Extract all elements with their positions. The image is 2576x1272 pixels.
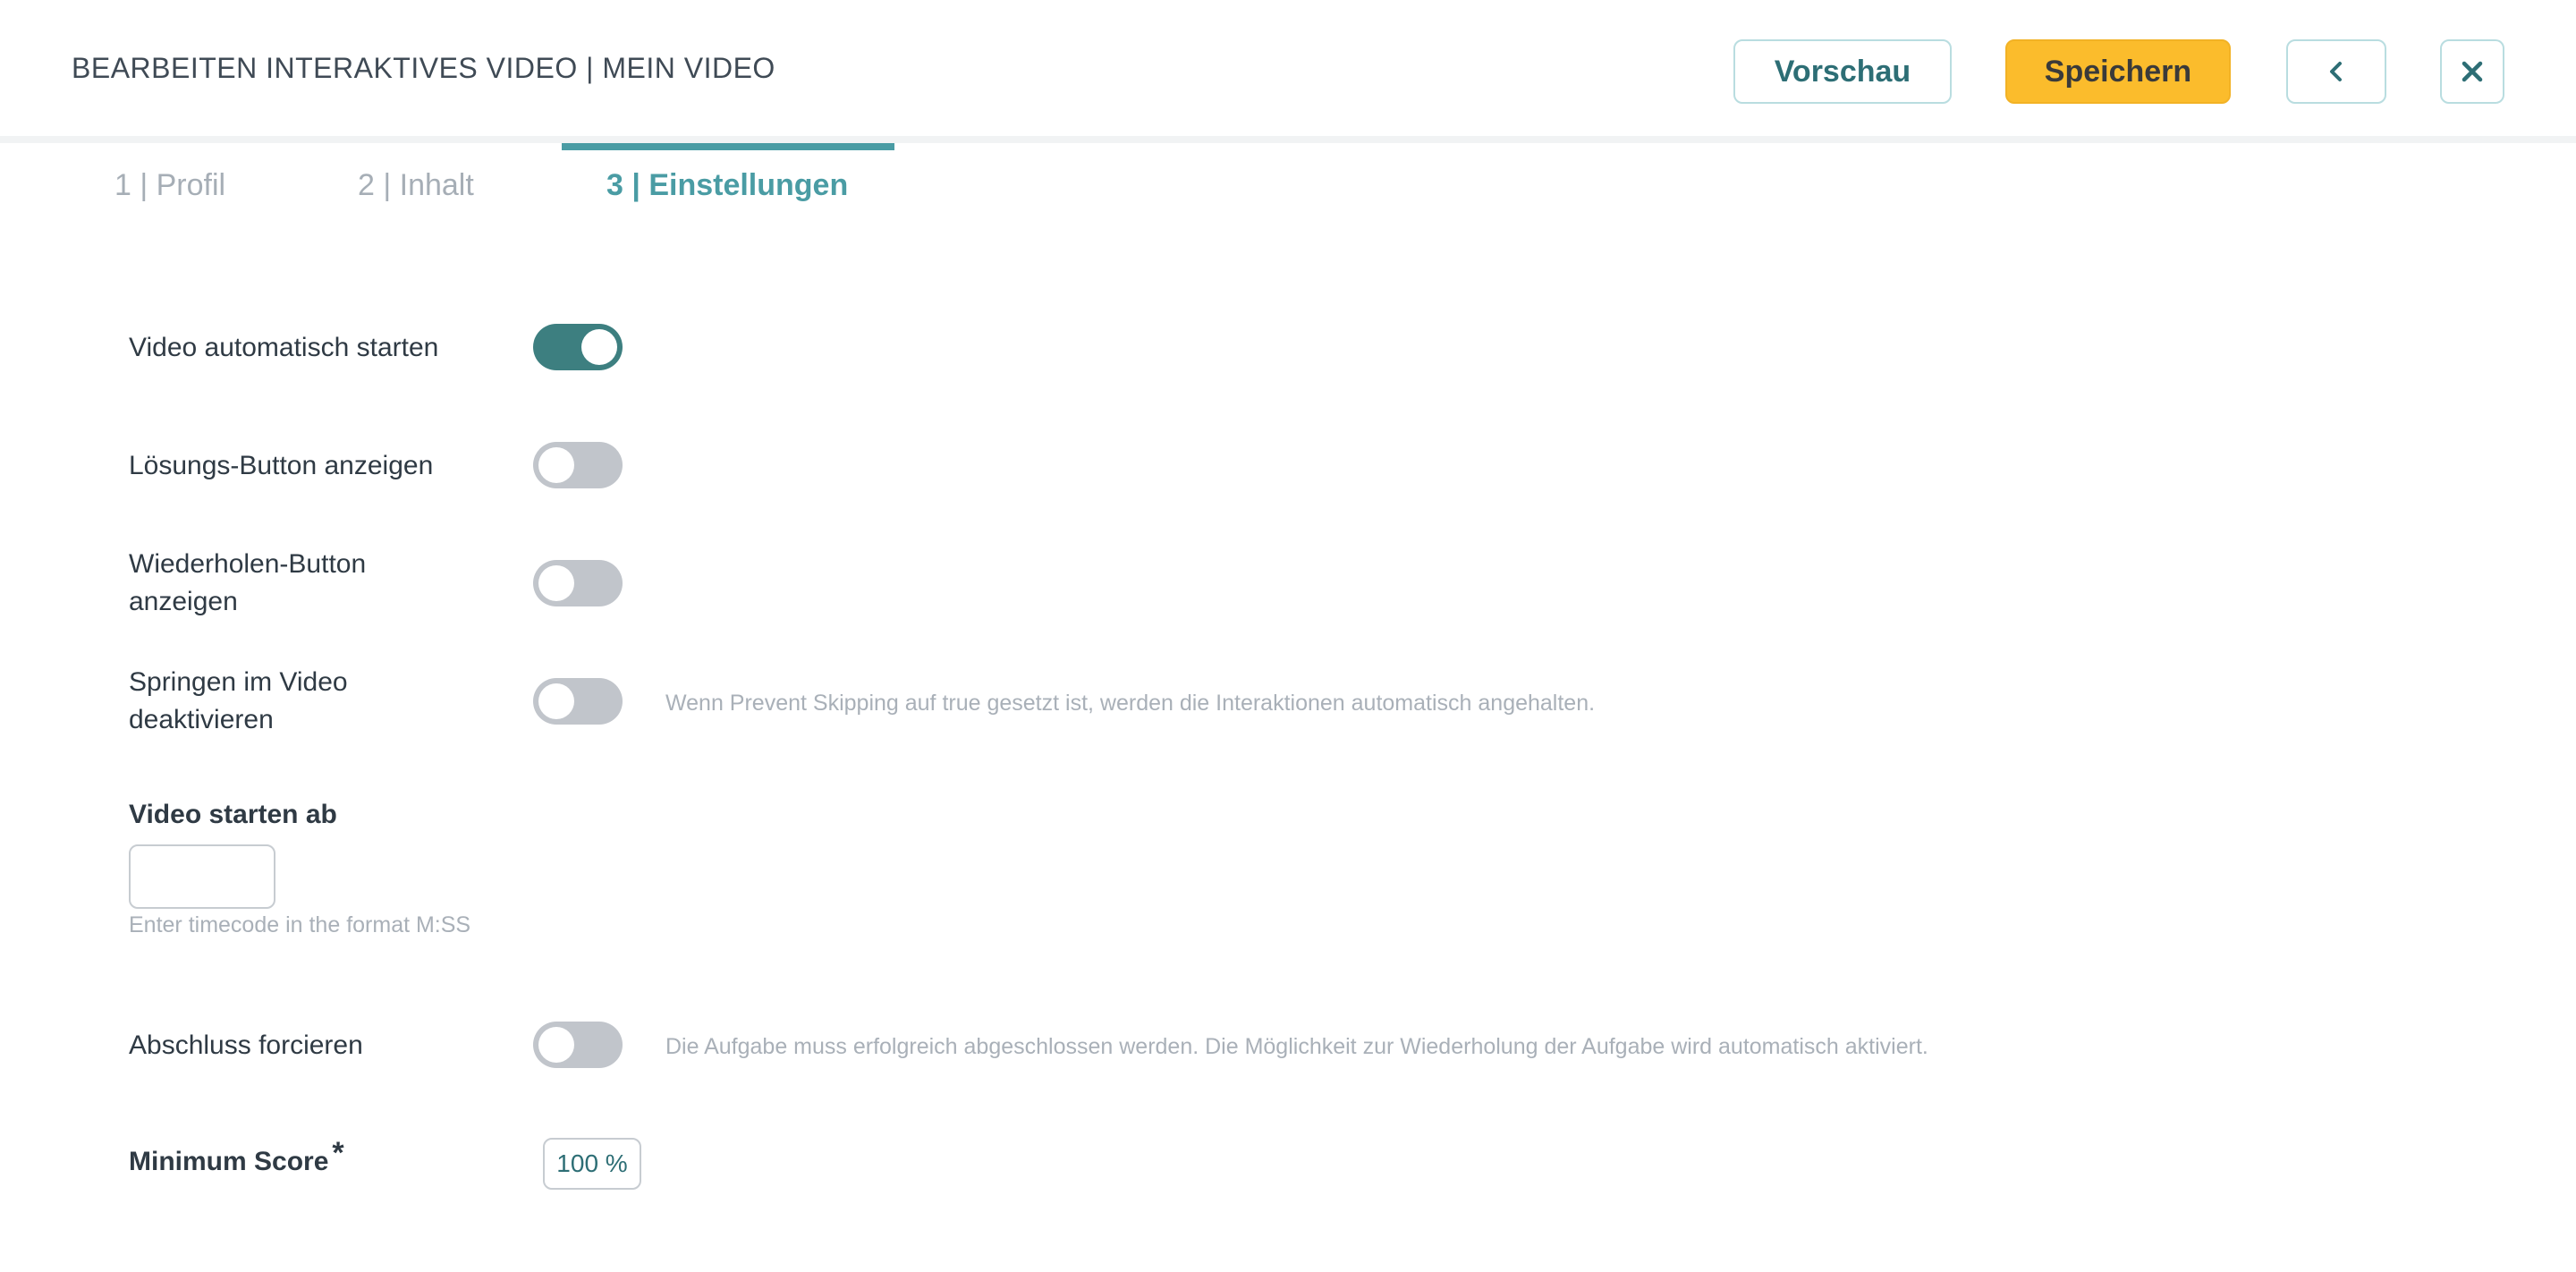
- toggle-knob: [538, 683, 574, 719]
- tab-einstellungen[interactable]: 3 | Einstellungen: [606, 168, 848, 203]
- retry-button-label: Wiederholen-Button anzeigen: [129, 546, 366, 621]
- active-tab-indicator: [562, 143, 894, 150]
- prevent-skipping-toggle[interactable]: [533, 678, 623, 725]
- tab-profil[interactable]: 1 | Profil: [114, 168, 225, 203]
- preview-button[interactable]: Vorschau: [1733, 39, 1952, 104]
- force-completion-hint: Die Aufgabe muss erfolgreich abgeschloss…: [665, 1034, 1928, 1059]
- tab-inhalt[interactable]: 2 | Inhalt: [358, 168, 474, 203]
- toggle-knob: [538, 447, 574, 483]
- start-at-label: Video starten ab: [129, 800, 337, 829]
- prevent-skipping-hint: Wenn Prevent Skipping auf true gesetzt i…: [665, 691, 1596, 716]
- prevent-skipping-label-line1: Springen im Video: [129, 667, 348, 697]
- save-button[interactable]: Speichern: [2005, 39, 2231, 104]
- start-at-timecode-input[interactable]: [129, 844, 275, 909]
- retry-button-label-line1: Wiederholen-Button: [129, 549, 367, 579]
- prevent-skipping-label-line2: deaktivieren: [129, 705, 274, 734]
- autoplay-toggle[interactable]: [533, 324, 623, 370]
- solution-button-label: Lösungs-Button anzeigen: [129, 451, 434, 480]
- solution-button-toggle[interactable]: [533, 442, 623, 488]
- prevent-skipping-label: Springen im Video deaktivieren: [129, 664, 348, 739]
- autoplay-label: Video automatisch starten: [129, 333, 439, 362]
- toggle-knob: [538, 565, 574, 601]
- force-completion-label: Abschluss forcieren: [129, 1030, 363, 1060]
- page-title: BEARBEITEN INTERAKTIVES VIDEO | MEIN VID…: [72, 52, 775, 84]
- retry-button-label-line2: anzeigen: [129, 587, 238, 616]
- retry-button-toggle[interactable]: [533, 560, 623, 606]
- close-button[interactable]: [2440, 39, 2504, 104]
- close-icon: [2462, 61, 2483, 82]
- chevron-left-icon: [2330, 62, 2342, 81]
- back-button[interactable]: [2286, 39, 2386, 104]
- toggle-knob: [581, 329, 617, 365]
- header-bar: BEARBEITEN INTERAKTIVES VIDEO | MEIN VID…: [0, 0, 2576, 143]
- required-marker: *: [332, 1136, 344, 1170]
- minimum-score-label: Minimum Score *: [129, 1136, 344, 1181]
- minimum-score-input[interactable]: 100 %: [543, 1138, 641, 1190]
- minimum-score-label-text: Minimum Score: [129, 1147, 329, 1176]
- start-at-help-text: Enter timecode in the format M:SS: [129, 912, 471, 937]
- force-completion-toggle[interactable]: [533, 1022, 623, 1068]
- toggle-knob: [538, 1027, 574, 1063]
